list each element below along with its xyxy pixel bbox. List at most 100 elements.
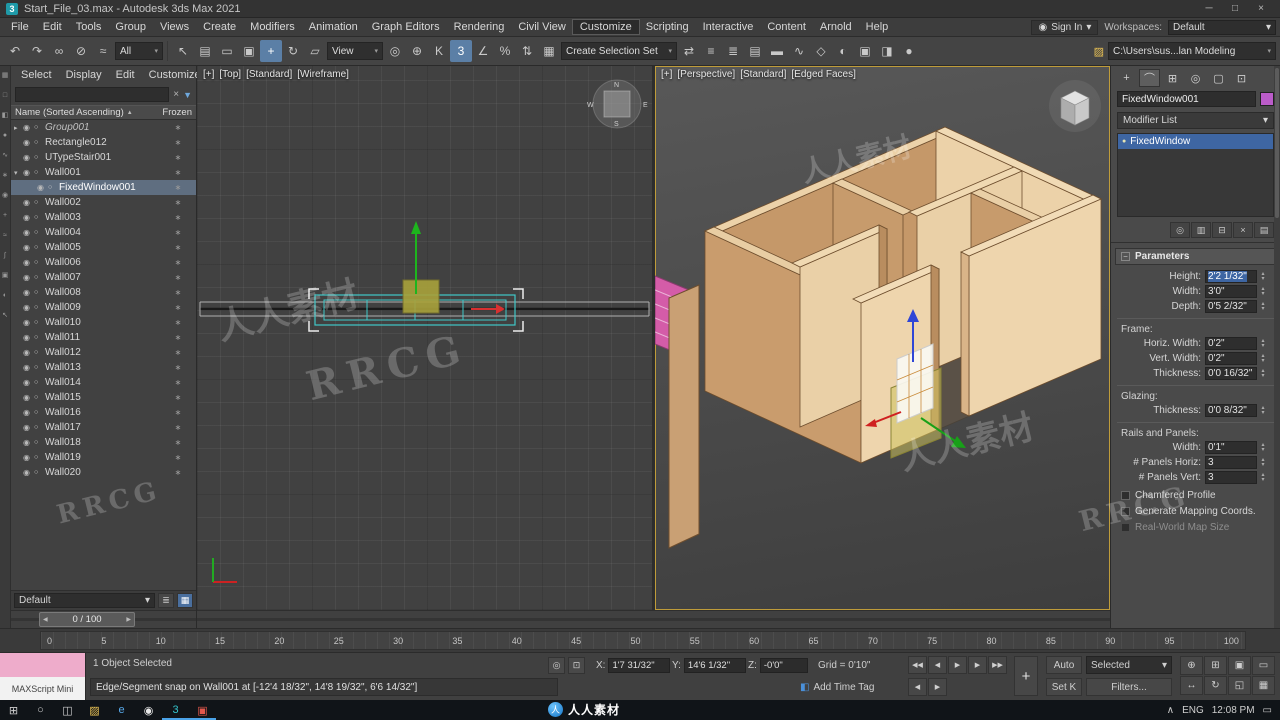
reference-coordinate-dropdown[interactable]: View ▾ [327,42,383,60]
spinner[interactable]: ▴ ▾ [1258,338,1268,349]
frozen-toggle-icon[interactable]: ∗ [163,378,193,387]
explorer-preset-dropdown[interactable]: Default ▾ [14,593,155,608]
toolbar-icon[interactable]: ≈ [92,40,114,62]
frozen-toggle-icon[interactable]: ∗ [163,333,193,342]
frozen-toggle-icon[interactable]: ∗ [163,348,193,357]
track-bar[interactable]: 0 5 10 15 20 25 30 35 40 45 50 55 60 65 70 75 80 85 90 95 10… [0,628,1280,652]
command-panel-tab-icon[interactable]: ⊞ [1162,69,1183,87]
frozen-toggle-icon[interactable]: ∗ [163,468,193,477]
menu-item[interactable]: Customize [571,19,640,35]
set-keys-button[interactable]: + [1014,656,1038,696]
key-step-button[interactable]: ▶ [928,678,947,696]
command-panel-tab-icon[interactable]: ◎ [1185,69,1206,87]
eye-icon[interactable]: ◉ [23,318,34,327]
taskbar-app-icon[interactable]: ○ [27,700,54,720]
menu-item[interactable]: Help [859,20,896,34]
frozen-toggle-icon[interactable]: ∗ [163,318,193,327]
top-viewport-scene[interactable]: N E S W [197,66,652,610]
explorer-menu-item[interactable]: Edit [110,69,141,84]
list-item[interactable]: ◉ ○ UTypeStair001 ∗ [11,150,196,165]
explorer-tool-icon[interactable]: + [3,212,7,219]
explorer-tool-icon[interactable]: ◐ [3,292,7,299]
parameter-input[interactable]: 0'0 8/32" [1205,404,1257,417]
viewport-label-item[interactable]: [Wireframe] [297,69,349,80]
frozen-toggle-icon[interactable]: ∗ [163,138,193,147]
viewport-nav-button[interactable]: ▭ [1252,656,1275,675]
toolbar-icon[interactable]: ◐ [832,40,854,62]
expand-arrow-icon[interactable]: ▾ [14,169,23,177]
parameter-input[interactable]: 2'2 1/32" [1205,270,1257,283]
list-item[interactable]: ◉ ○ Wall002 ∗ [11,195,196,210]
explorer-tool-icon[interactable]: ↖ [2,312,8,319]
notification-icon[interactable]: ▭ [1263,705,1272,716]
key-step-button[interactable]: ◀ [908,678,927,696]
view-cube[interactable] [1049,80,1101,132]
frozen-toggle-icon[interactable]: ∗ [163,273,193,282]
eye-icon[interactable]: ◉ [23,438,34,447]
sign-in-button[interactable]: ◉ Sign In ▾ [1031,19,1099,35]
taskbar-app-icon[interactable]: e [108,700,135,720]
clear-search-icon[interactable]: × [173,89,179,100]
toolbar-icon[interactable]: ▤ [744,40,766,62]
named-selection-set-field[interactable]: Create Selection Set ▾ [561,42,677,60]
panel-scrollbar[interactable] [1274,66,1280,628]
viewport-label-item[interactable]: [Top] [219,69,241,80]
view-cube[interactable]: N E S W [587,79,648,129]
viewport-label-item[interactable]: [Edged Faces] [791,69,855,80]
minimize-button[interactable]: ─ [1196,3,1222,14]
list-item[interactable]: ◉ ○ Wall009 ∗ [11,300,196,315]
eye-icon[interactable]: ◉ [23,363,34,372]
frozen-toggle-icon[interactable]: ∗ [163,123,193,132]
frozen-toggle-icon[interactable]: ∗ [163,408,193,417]
time-slider[interactable] [197,610,1110,628]
menu-item[interactable]: Create [196,20,243,34]
list-item[interactable]: ◉ ○ Wall010 ∗ [11,315,196,330]
gizmo-plane-handle[interactable] [402,279,440,314]
toolbar-icon[interactable]: ▦ [538,40,560,62]
command-panel-tab-icon[interactable]: + [1116,69,1137,87]
checkbox[interactable] [1121,507,1130,516]
key-selection-dropdown[interactable]: Selected ▾ [1086,656,1172,674]
explorer-tool-icon[interactable]: ◉ [2,192,8,199]
modifier-list-dropdown[interactable]: Modifier List ▾ [1117,112,1274,129]
list-item[interactable]: ◉ ○ Wall020 ∗ [11,465,196,480]
toolbar-icon[interactable]: K [428,40,450,62]
menu-item[interactable]: Interactive [696,20,761,34]
stack-tool-button[interactable]: ⊟ [1212,222,1232,238]
frozen-toggle-icon[interactable]: ∗ [163,168,193,177]
toolbar-icon[interactable]: ▣ [854,40,876,62]
playback-button[interactable]: ▶▶ [988,656,1007,674]
eye-icon[interactable]: ◉ [23,273,34,282]
command-panel-tab-icon[interactable]: ⊡ [1231,69,1252,87]
toolbar-icon[interactable]: ● [898,40,920,62]
menu-item[interactable]: Modifiers [243,20,302,34]
toolbar-icon[interactable]: ∞ [48,40,70,62]
taskbar-app-icon[interactable]: ◉ [135,700,162,720]
list-item[interactable]: ◉ ○ Wall008 ∗ [11,285,196,300]
selection-filter-dropdown[interactable]: All ▾ [115,42,163,60]
playback-button[interactable]: ◀ [928,656,947,674]
expand-arrow-icon[interactable]: ▸ [14,124,23,132]
menu-item[interactable]: Animation [302,20,365,34]
toolbar-icon[interactable]: ▬ [766,40,788,62]
close-button[interactable]: × [1248,3,1274,14]
explorer-tool-icon[interactable]: ◧ [2,112,9,119]
list-item[interactable]: ◉ ○ Wall019 ∗ [11,450,196,465]
frozen-toggle-icon[interactable]: ∗ [163,423,193,432]
viewport-label-item[interactable]: [Standard] [246,69,292,80]
start-button[interactable]: ⊞ [0,700,27,720]
toolbar-icon[interactable]: ▭ [216,40,238,62]
viewport-label-item[interactable]: [Standard] [740,69,786,80]
parameter-input[interactable]: 0'2" [1205,337,1257,350]
stack-tool-button[interactable]: ◎ [1170,222,1190,238]
explorer-menu-item[interactable]: Select [15,69,58,84]
parameter-input[interactable]: 3 [1205,471,1257,484]
spinner[interactable]: ▴ ▾ [1258,442,1268,453]
frame-forward-icon[interactable]: ▶ [126,616,131,623]
explorer-tool-icon[interactable]: ● [3,132,7,139]
playback-button[interactable]: ◀◀ [908,656,927,674]
taskbar-app-icon[interactable]: ▨ [81,700,108,720]
isolate-selection-toggle-icon[interactable]: ◎ [548,657,565,674]
parameter-input[interactable]: 0'2" [1205,352,1257,365]
search-input[interactable] [15,87,170,102]
